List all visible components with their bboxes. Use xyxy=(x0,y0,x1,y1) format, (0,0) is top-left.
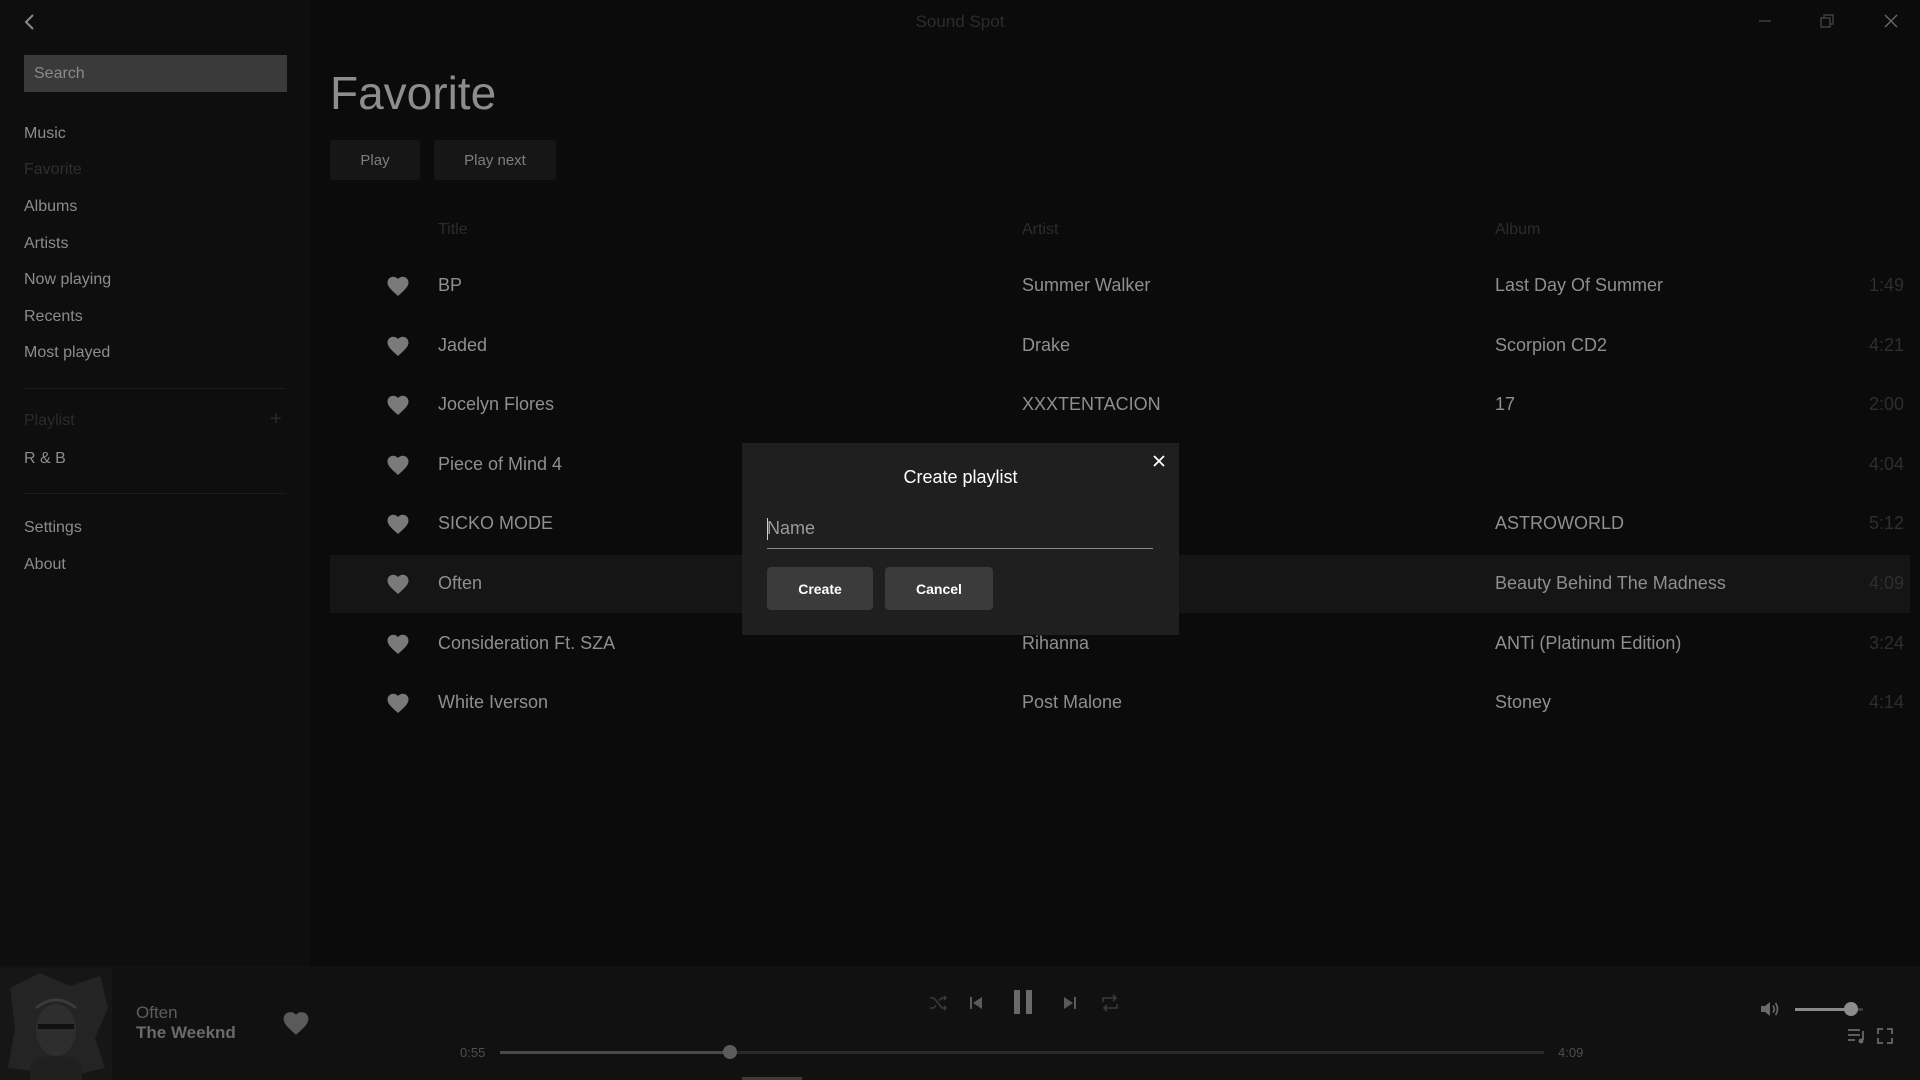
minimize-icon[interactable] xyxy=(1740,6,1790,36)
app-window: Music Favorite Albums Artists Now playin… xyxy=(0,0,1920,1080)
track-title: Jocelyn Flores xyxy=(438,394,555,414)
pause-icon[interactable] xyxy=(1006,984,1040,1020)
track-duration: 5:12 xyxy=(1868,513,1904,533)
column-header-title[interactable]: Title xyxy=(438,221,468,239)
skip-previous-icon[interactable] xyxy=(962,989,990,1017)
sidebar-item-artists[interactable]: Artists xyxy=(24,235,68,253)
track-duration: 3:24 xyxy=(1868,633,1904,653)
heart-icon[interactable] xyxy=(386,633,410,655)
add-playlist-button[interactable]: + xyxy=(270,408,282,431)
now-playing-title[interactable]: Often xyxy=(136,1003,178,1023)
playlist-header: Playlist xyxy=(24,412,75,429)
heart-icon[interactable] xyxy=(386,513,410,535)
track-artist: XXXTENTACION xyxy=(1022,394,1161,414)
shuffle-icon[interactable] xyxy=(924,989,952,1017)
app-title: Sound Spot xyxy=(915,12,1005,31)
track-album: ASTROWORLD xyxy=(1495,513,1625,533)
queue-icon[interactable] xyxy=(1843,1023,1871,1049)
sidebar-item-albums[interactable]: Albums xyxy=(24,198,77,216)
sidebar-item-favorite[interactable]: Favorite xyxy=(24,161,82,179)
sidebar-item-music[interactable]: Music xyxy=(24,125,66,143)
heart-icon[interactable] xyxy=(386,335,410,357)
sidebar-divider xyxy=(24,388,286,389)
heart-icon[interactable] xyxy=(386,692,410,714)
track-album: Last Day Of Summer xyxy=(1495,275,1664,295)
play-button[interactable]: Play xyxy=(330,140,420,180)
track-title: Piece of Mind 4 xyxy=(438,454,563,474)
page-title: Favorite xyxy=(330,67,497,119)
search-input[interactable] xyxy=(24,55,287,92)
seek-bar-fill xyxy=(500,1051,730,1054)
play-next-button[interactable]: Play next xyxy=(434,140,556,180)
track-album: Stoney xyxy=(1495,692,1552,712)
track-artist: Summer Walker xyxy=(1022,275,1151,295)
track-title: Jaded xyxy=(438,335,488,355)
track-duration: 1:49 xyxy=(1868,275,1904,295)
track-album: Scorpion CD2 xyxy=(1495,335,1608,355)
track-duration: 4:09 xyxy=(1868,573,1904,593)
sidebar-item-settings[interactable]: Settings xyxy=(24,519,82,537)
sidebar-item-most-played[interactable]: Most played xyxy=(24,344,110,362)
volume-icon[interactable] xyxy=(1755,994,1785,1024)
sidebar: Music Favorite Albums Artists Now playin… xyxy=(0,0,310,966)
seek-bar[interactable] xyxy=(500,1045,1544,1059)
column-header-artist[interactable]: Artist xyxy=(1022,221,1058,239)
volume-slider-thumb[interactable] xyxy=(1843,1002,1858,1016)
volume-slider-fill xyxy=(1795,1008,1851,1011)
track-album: 17 xyxy=(1495,394,1516,414)
track-title: Often xyxy=(438,573,483,593)
table-row[interactable]: White Iverson Post Malone Stoney 4:14 xyxy=(330,674,1910,732)
track-album: ANTi (Platinum Edition) xyxy=(1495,633,1682,653)
track-duration: 4:14 xyxy=(1868,692,1904,712)
fullscreen-icon[interactable] xyxy=(1871,1023,1899,1049)
table-row[interactable]: BP Summer Walker Last Day Of Summer 1:49 xyxy=(330,257,1910,315)
track-duration: 4:21 xyxy=(1868,335,1904,355)
skip-next-icon[interactable] xyxy=(1056,989,1084,1017)
sidebar-divider xyxy=(24,493,286,494)
title-bar: Sound Spot xyxy=(0,0,1920,44)
create-button[interactable]: Create xyxy=(767,567,873,610)
elapsed-time: 0:55 xyxy=(460,1045,486,1060)
table-row[interactable]: Jaded Drake Scorpion CD2 4:21 xyxy=(330,317,1910,375)
heart-icon[interactable] xyxy=(386,394,410,416)
close-icon[interactable] xyxy=(1147,449,1171,473)
album-art[interactable] xyxy=(0,968,112,1080)
now-playing-artist[interactable]: The Weeknd xyxy=(136,1023,236,1043)
total-time: 4:09 xyxy=(1558,1045,1584,1060)
track-artist: Rihanna xyxy=(1022,633,1090,653)
track-duration: 4:04 xyxy=(1868,454,1904,474)
column-header-album[interactable]: Album xyxy=(1495,221,1540,239)
track-artist: Drake xyxy=(1022,335,1071,355)
track-title: SICKO MODE xyxy=(438,513,554,533)
sidebar-item-recents[interactable]: Recents xyxy=(24,308,83,326)
sidebar-item-about[interactable]: About xyxy=(24,556,66,574)
table-row[interactable]: Jocelyn Flores XXXTENTACION 17 2:00 xyxy=(330,376,1910,434)
sidebar-item-now-playing[interactable]: Now playing xyxy=(24,271,111,289)
heart-icon[interactable] xyxy=(386,573,410,595)
track-album: Beauty Behind The Madness xyxy=(1495,573,1726,593)
sidebar-item-playlist-rnb[interactable]: R & B xyxy=(24,450,66,468)
restore-icon[interactable] xyxy=(1802,6,1852,36)
heart-icon[interactable] xyxy=(386,454,410,476)
track-duration: 2:00 xyxy=(1868,394,1904,414)
text-caret xyxy=(767,518,768,540)
track-artist: Post Malone xyxy=(1022,692,1123,712)
close-icon[interactable] xyxy=(1866,6,1916,36)
track-title: White Iverson xyxy=(438,692,549,712)
track-title: BP xyxy=(438,275,463,295)
playlist-name-input[interactable] xyxy=(767,513,1153,549)
heart-icon[interactable] xyxy=(281,1010,311,1036)
create-playlist-dialog: Create playlist Create Cancel xyxy=(742,443,1179,635)
volume-slider[interactable] xyxy=(1795,1002,1863,1016)
dialog-title: Create playlist xyxy=(903,467,1018,487)
seek-bar-thumb[interactable] xyxy=(722,1045,737,1059)
heart-icon[interactable] xyxy=(386,275,410,297)
repeat-icon[interactable] xyxy=(1096,989,1124,1017)
track-title: Consideration Ft. SZA xyxy=(438,633,616,653)
cancel-button[interactable]: Cancel xyxy=(885,567,993,610)
